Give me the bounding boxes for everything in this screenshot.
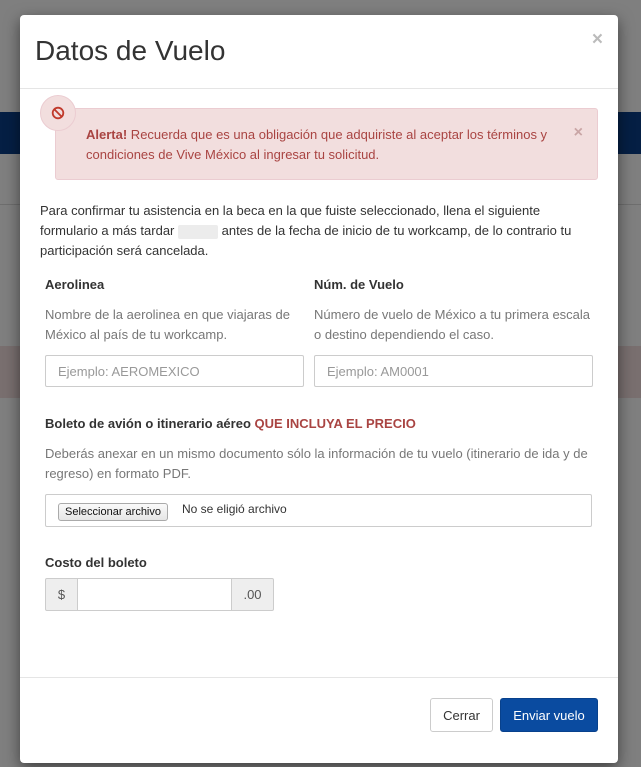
redacted-deadline	[178, 224, 218, 239]
intro-text: Para confirmar tu asistencia en la beca …	[40, 201, 585, 261]
ticket-file-input[interactable]: Seleccionar archivo No se eligió archivo	[45, 494, 592, 527]
modal-footer: Cerrar Enviar vuelo	[20, 677, 618, 763]
choose-file-button[interactable]: Seleccionar archivo	[58, 503, 168, 521]
flight-number-help: Número de vuelo de México a tu primera e…	[314, 307, 591, 342]
warning-alert: Alerta! Recuerda que es una obligación q…	[55, 108, 598, 180]
cost-label: Costo del boleto	[45, 555, 147, 570]
close-icon[interactable]: ×	[592, 29, 603, 51]
submit-flight-button[interactable]: Enviar vuelo	[500, 698, 598, 732]
flight-number-label: Núm. de Vuelo	[314, 277, 404, 292]
airline-help: Nombre de la aerolinea en que viajaras d…	[45, 307, 290, 342]
file-status: No se eligió archivo	[182, 502, 287, 516]
ban-icon	[40, 95, 76, 131]
flight-number-input[interactable]	[314, 355, 593, 387]
alert-message: Recuerda que es una obligación que adqui…	[86, 127, 548, 162]
modal-title: Datos de Vuelo	[35, 35, 226, 66]
currency-prefix: $	[45, 578, 78, 611]
alert-text: Alerta! Recuerda que es una obligación q…	[86, 125, 556, 165]
alert-close-icon[interactable]: ×	[574, 123, 583, 143]
modal-header: Datos de Vuelo ×	[20, 15, 618, 89]
close-button[interactable]: Cerrar	[430, 698, 493, 732]
airline-label: Aerolinea	[45, 277, 105, 292]
ticket-label: Boleto de avión o itinerario aéreo QUE I…	[45, 416, 416, 431]
ticket-label-text: Boleto de avión o itinerario aéreo	[45, 416, 255, 431]
ticket-label-emphasis: QUE INCLUYA EL PRECIO	[254, 416, 416, 431]
cost-input[interactable]	[77, 578, 232, 611]
ticket-help: Deberás anexar en un mismo documento sól…	[45, 446, 588, 481]
airline-input[interactable]	[45, 355, 304, 387]
alert-strong: Alerta!	[86, 127, 128, 142]
cents-suffix: .00	[231, 578, 274, 611]
flight-data-modal: Datos de Vuelo × Alerta! Recuerda que es…	[20, 15, 618, 763]
